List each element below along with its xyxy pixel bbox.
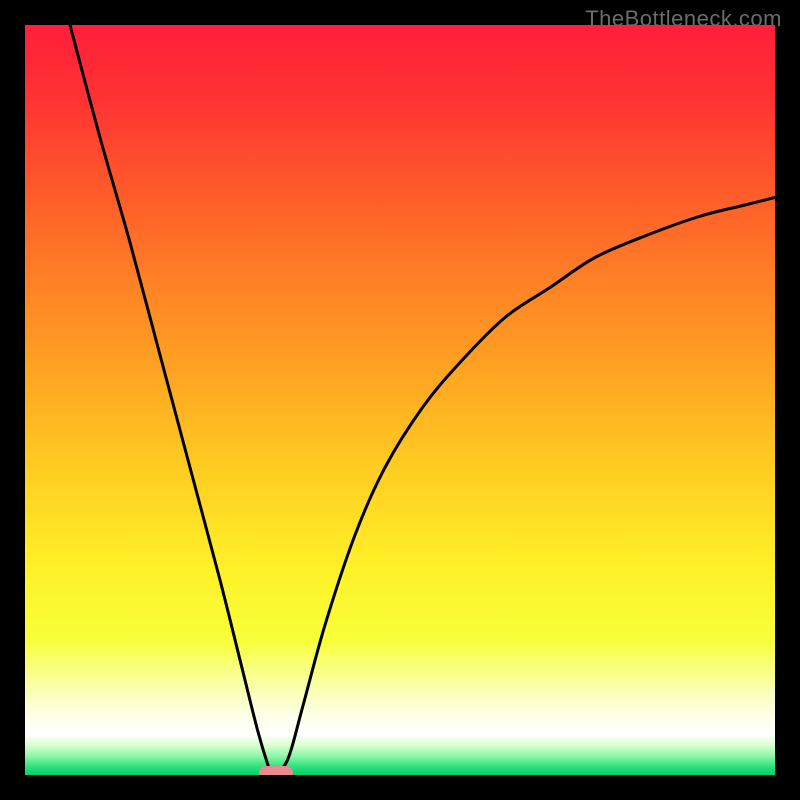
plot-area (25, 25, 775, 775)
watermark-text: TheBottleneck.com (585, 6, 782, 32)
bottleneck-curve (25, 25, 775, 775)
plot-frame (25, 25, 775, 775)
minimum-marker (259, 766, 293, 775)
